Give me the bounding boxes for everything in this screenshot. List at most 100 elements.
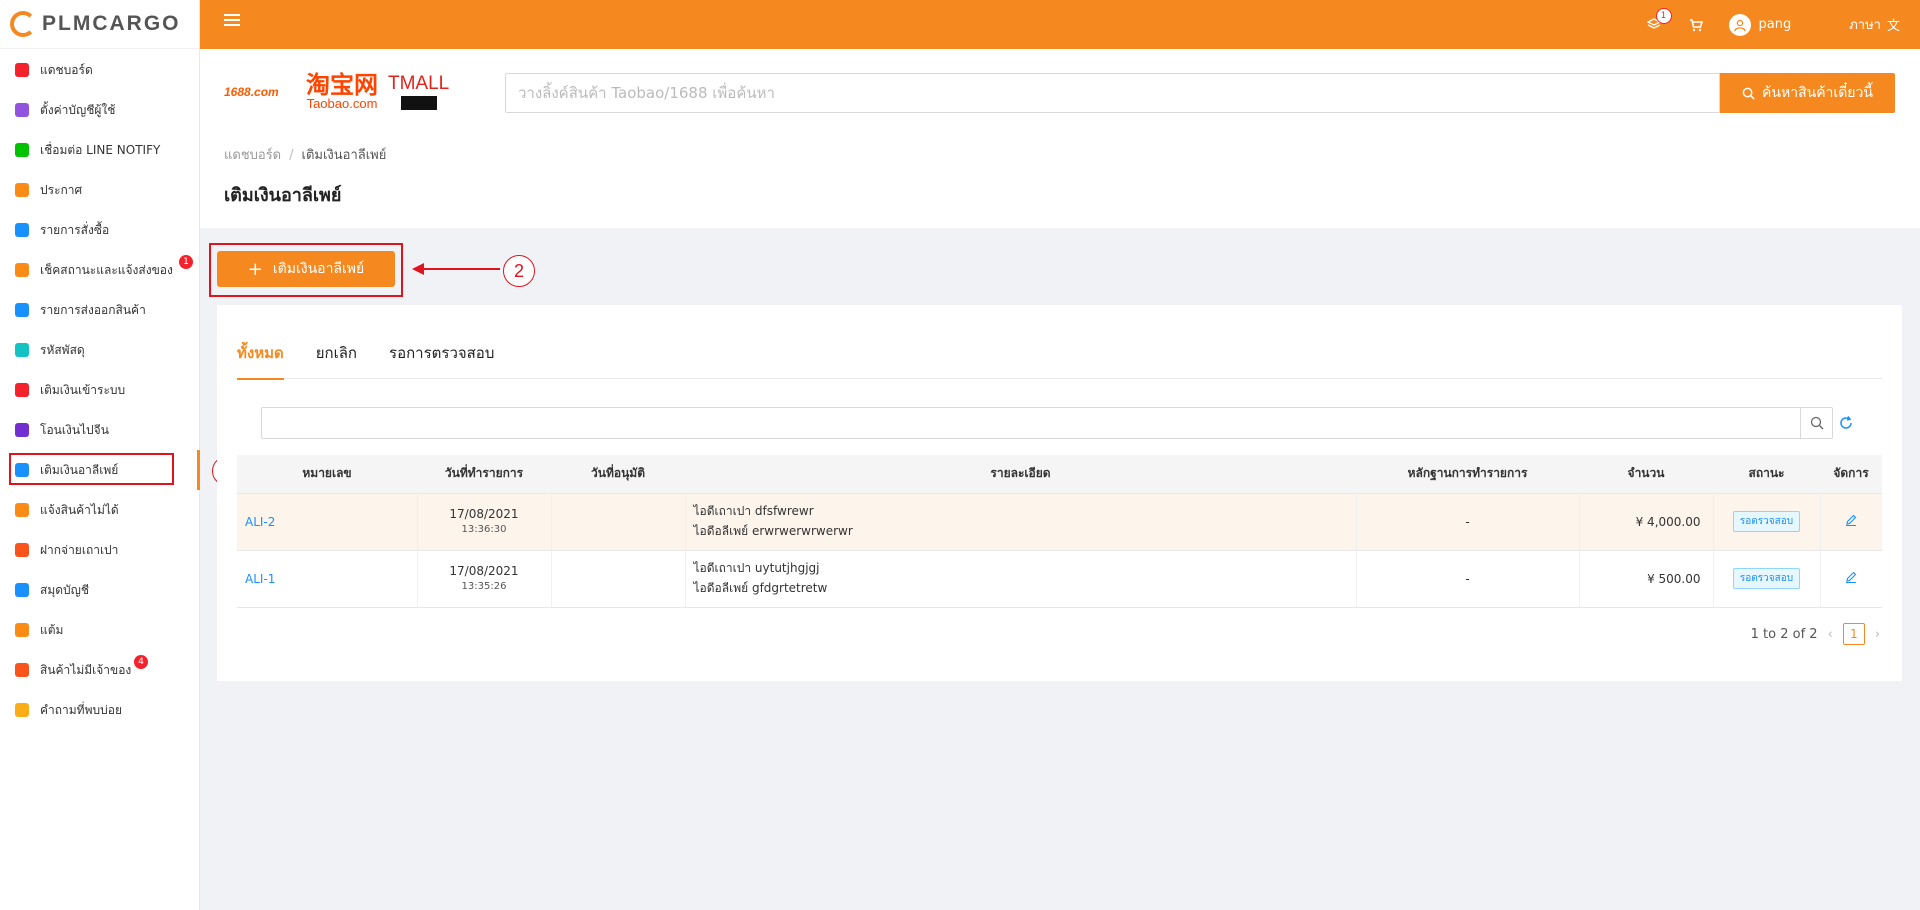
column-header: หลักฐานการทำรายการ bbox=[1356, 455, 1579, 494]
alipay-id-detail: ไอดีอลีเพย์ gfdgrtetretw bbox=[693, 580, 828, 595]
sidebar-badge: 1 bbox=[179, 255, 193, 269]
sidebar-item-unclaimed[interactable]: สินค้าไม่มีเจ้าของ 4 bbox=[0, 650, 199, 690]
approved-date bbox=[551, 550, 686, 608]
breadcrumb-current: เติมเงินอาลีเพย์ bbox=[301, 148, 387, 163]
proof-cell: - bbox=[1356, 550, 1580, 608]
status-badge: รอตรวจสอบ bbox=[1732, 568, 1801, 589]
edit-icon[interactable] bbox=[1845, 571, 1857, 586]
taobao-pay-icon bbox=[15, 543, 29, 557]
column-header: จัดการ bbox=[1820, 455, 1882, 494]
table-search-input[interactable] bbox=[261, 407, 1833, 439]
sidebar-item-wallet[interactable]: สมุดบัญชี bbox=[0, 570, 199, 610]
sidebar-item-user-settings[interactable]: ตั้งค่าบัญชีผู้ใช้ bbox=[0, 90, 199, 130]
table-row[interactable]: ALI-2 17/08/2021 13:36:30 ไอดีเถาเปา dfsfwr… bbox=[237, 493, 1882, 551]
column-header: วันที่ทำรายการ bbox=[417, 455, 551, 494]
sidebar-item-label: โอนเงินไปจีน bbox=[40, 422, 109, 437]
next-page-icon[interactable]: › bbox=[1875, 627, 1880, 642]
sidebar-item-line[interactable]: เชื่อมต่อ LINE NOTIFY bbox=[0, 130, 199, 170]
search-area: 1688.com 淘宝网 Taobao.com TMALL วางลิ้งค์ส… bbox=[200, 49, 1920, 228]
no-product-icon bbox=[15, 503, 29, 517]
sidebar-item-basket[interactable]: รายการสั่งซื้อ bbox=[0, 210, 199, 250]
taobao-id-detail: ไอดีเถาเปา dfsfwrewr bbox=[693, 504, 814, 519]
search-now-button[interactable]: ค้นหาสินค้าเดี๋ยวนี้ bbox=[1720, 73, 1895, 113]
status-tabs: ทั้งหมด ยกเลิก รอการตรวจสอบ bbox=[237, 327, 1882, 380]
top-header: 1 pang ภาษา 文 bbox=[200, 0, 1920, 49]
product-search-input[interactable]: วางลิ้งค์สินค้า Taobao/1688 เพื่อค้นหา bbox=[505, 73, 1720, 113]
sidebar-item-question[interactable]: คำถามที่พบบ่อย bbox=[0, 690, 199, 730]
add-alipay-topup-button[interactable]: + เติมเงินอาลีเพย์ bbox=[217, 251, 395, 287]
user-settings-icon bbox=[15, 103, 29, 117]
sidebar-item-cart-out[interactable]: รายการส่งออกสินค้า bbox=[0, 290, 199, 330]
table-row[interactable]: ALI-1 17/08/2021 13:35:26 ไอดีเถาเปา uytutj… bbox=[237, 550, 1882, 608]
topup-list-card: ทั้งหมด ยกเลิก รอการตรวจสอบ หมายเลข วันที่ท… bbox=[217, 305, 1902, 681]
translate-icon[interactable]: 文 bbox=[1887, 15, 1900, 34]
sidebar-item-points[interactable]: แต้ม bbox=[0, 610, 199, 650]
sidebar-item-label: ตั้งค่าบัญชีผู้ใช้ bbox=[40, 102, 116, 117]
topup-id-link[interactable]: ALI-2 bbox=[245, 515, 275, 529]
tmall-cat-icon bbox=[400, 95, 437, 110]
tmall-text: TMALL bbox=[388, 72, 450, 94]
language-label[interactable]: ภาษา bbox=[1849, 14, 1881, 35]
table-header-row: หมายเลข วันที่ทำรายการ วันที่อนุมัติ รายละเ… bbox=[237, 455, 1882, 494]
notification-badge: 1 bbox=[1655, 7, 1672, 24]
cart-out-icon bbox=[15, 303, 29, 317]
prev-page-icon[interactable]: ‹ bbox=[1828, 627, 1833, 642]
breadcrumb: แดชบอร์ด / เติมเงินอาลีเพย์ bbox=[224, 144, 386, 165]
sidebar-item-label: แต้ม bbox=[40, 622, 64, 637]
pagination: 1 to 2 of 2 ‹ 1 › bbox=[1751, 623, 1880, 645]
page-number[interactable]: 1 bbox=[1842, 623, 1865, 645]
sidebar-item-no-product[interactable]: แจ้งสินค้าไม่ได้ bbox=[0, 490, 199, 530]
cart-icon[interactable] bbox=[1689, 18, 1703, 32]
sidebar-item-yuan[interactable]: โอนเงินไปจีน bbox=[0, 410, 199, 450]
logo-icon bbox=[10, 11, 36, 37]
sidebar-item-label: แจ้งสินค้าไม่ได้ bbox=[40, 502, 119, 517]
column-header: วันที่อนุมัติ bbox=[551, 455, 685, 494]
sidebar-item-chart[interactable]: แดชบอร์ด bbox=[0, 50, 199, 90]
sidebar-item-label: เติมเงินเข้าระบบ bbox=[40, 382, 126, 397]
sidebar-item-label: ประกาศ bbox=[40, 182, 83, 197]
logo-tmall[interactable]: TMALL bbox=[388, 74, 449, 110]
approved-date bbox=[551, 493, 686, 551]
sidebar-item-taobao-pay[interactable]: ฝากจ่ายเถาเปา bbox=[0, 530, 199, 570]
amount-cell: ¥ 4,000.00 bbox=[1579, 493, 1714, 551]
user-name[interactable]: pang bbox=[1759, 17, 1792, 32]
sidebar-item-label: รายการสั่งซื้อ bbox=[40, 222, 110, 237]
sidebar-item-label: เช็คสถานะและแจ้งส่งของ bbox=[40, 262, 173, 277]
refresh-icon[interactable] bbox=[1835, 412, 1857, 434]
layers-icon[interactable]: 1 bbox=[1646, 7, 1672, 32]
annotation-step-2: 2 bbox=[503, 255, 535, 287]
transaction-time: 13:36:30 bbox=[461, 523, 507, 535]
logo[interactable]: PLMCARGO bbox=[0, 0, 199, 49]
sidebar-item-label: สินค้าไม่มีเจ้าของ bbox=[40, 662, 132, 677]
tab-0[interactable]: ทั้งหมด bbox=[237, 327, 284, 380]
sidebar-item-piggy[interactable]: เติมเงินเข้าระบบ bbox=[0, 370, 199, 410]
sidebar-item-truck[interactable]: เช็คสถานะและแจ้งส่งของ 1 bbox=[0, 250, 199, 290]
sidebar-item-box[interactable]: รหัสพัสดุ bbox=[0, 330, 199, 370]
search-button-label: ค้นหาสินค้าเดี๋ยวนี้ bbox=[1762, 85, 1873, 101]
chart-icon bbox=[15, 63, 29, 77]
tab-1[interactable]: ยกเลิก bbox=[316, 327, 357, 379]
megaphone-icon bbox=[15, 183, 29, 197]
tab-2[interactable]: รอการตรวจสอบ bbox=[389, 327, 494, 379]
logo-1688[interactable]: 1688.com bbox=[224, 85, 296, 99]
transaction-date: 17/08/2021 bbox=[449, 564, 519, 579]
question-icon bbox=[15, 703, 29, 717]
truck-icon bbox=[15, 263, 29, 277]
menu-toggle-icon[interactable] bbox=[224, 14, 240, 28]
sidebar-item-megaphone[interactable]: ประกาศ bbox=[0, 170, 199, 210]
sidebar-item-label: เชื่อมต่อ LINE NOTIFY bbox=[40, 142, 161, 157]
highlight-box-menu bbox=[9, 453, 174, 485]
page-title: เติมเงินอาลีเพย์ bbox=[224, 185, 342, 206]
edit-icon[interactable] bbox=[1845, 514, 1857, 529]
column-header: หมายเลข bbox=[237, 455, 417, 494]
points-icon bbox=[15, 623, 29, 637]
logo-taobao[interactable]: 淘宝网 Taobao.com bbox=[306, 73, 378, 110]
amount-cell: ¥ 500.00 bbox=[1579, 550, 1714, 608]
sidebar-item-label: รหัสพัสดุ bbox=[40, 342, 85, 357]
taobao-id-detail: ไอดีเถาเปา uytutjhgjgj bbox=[693, 561, 820, 576]
topup-id-link[interactable]: ALI-1 bbox=[245, 572, 275, 586]
topup-table: หมายเลข วันที่ทำรายการ วันที่อนุมัติ รายละเ… bbox=[237, 455, 1882, 608]
table-search-button[interactable] bbox=[1800, 408, 1832, 438]
breadcrumb-home[interactable]: แดชบอร์ด bbox=[224, 148, 281, 163]
avatar-icon[interactable] bbox=[1728, 13, 1751, 36]
